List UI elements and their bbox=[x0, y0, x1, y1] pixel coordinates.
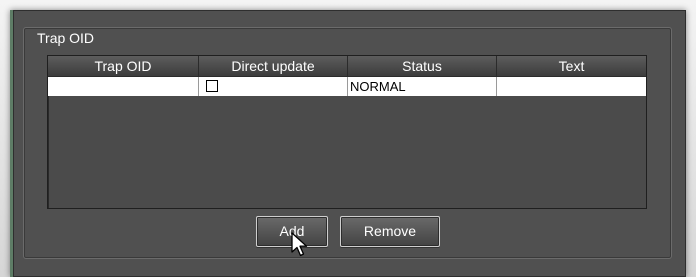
column-header-trap-oid[interactable]: Trap OID bbox=[48, 56, 199, 77]
pointer-arrow-icon bbox=[291, 232, 308, 257]
cell-trap-oid[interactable] bbox=[48, 77, 199, 96]
cell-status[interactable]: NORMAL bbox=[348, 77, 497, 96]
direct-update-checkbox[interactable] bbox=[206, 80, 218, 92]
group-title: Trap OID bbox=[33, 30, 99, 46]
trap-oid-table[interactable]: Trap OID Direct update Status Text NORMA… bbox=[47, 55, 647, 209]
cell-text[interactable] bbox=[497, 77, 646, 96]
remove-button[interactable]: Remove bbox=[340, 216, 440, 247]
column-header-text[interactable]: Text bbox=[497, 56, 646, 77]
table-header: Trap OID Direct update Status Text bbox=[48, 56, 646, 77]
cell-direct-update[interactable] bbox=[199, 77, 348, 96]
table-row[interactable]: NORMAL bbox=[48, 77, 646, 96]
column-header-direct-update[interactable]: Direct update bbox=[199, 56, 348, 77]
column-header-status[interactable]: Status bbox=[348, 56, 497, 77]
